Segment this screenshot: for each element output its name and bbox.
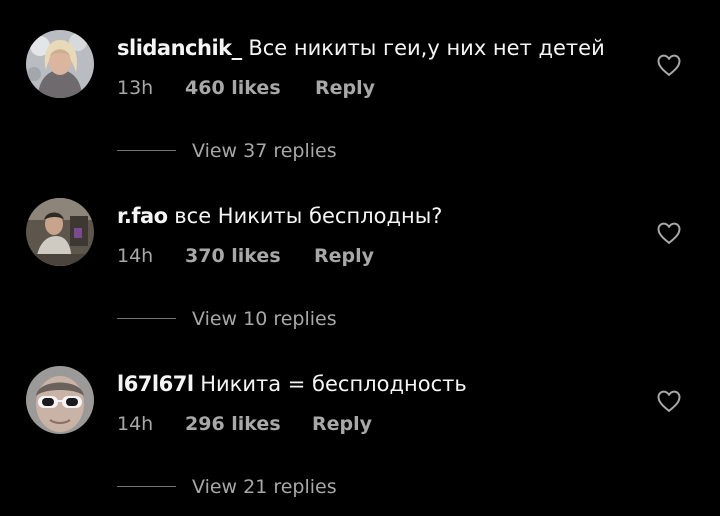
view-replies-button[interactable]: View 21 replies [192, 474, 337, 500]
reply-button[interactable]: Reply [314, 244, 374, 268]
comment-body: r.fao все Никиты бесплодны? [117, 202, 442, 230]
replies-divider [117, 486, 176, 487]
comment-item: l67l67l Никита = бесплодность 14h 296 li… [0, 336, 720, 504]
comment-username[interactable]: l67l67l [117, 372, 194, 396]
comment-text: Все никиты геи,у них нет детей [248, 36, 605, 60]
reply-button[interactable]: Reply [312, 412, 372, 436]
replies-divider [117, 318, 176, 319]
comment-username[interactable]: r.fao [117, 204, 168, 228]
heart-outline-icon[interactable] [655, 387, 683, 415]
comment-like-count[interactable]: 296 likes [185, 412, 281, 436]
comment-item: slidanchik_ Все никиты геи,у них нет дет… [0, 0, 720, 168]
comment-timestamp: 13h [117, 77, 154, 99]
comment-timestamp: 14h [117, 245, 154, 267]
reply-button[interactable]: Reply [315, 76, 375, 100]
comment-body: l67l67l Никита = бесплодность [117, 370, 467, 398]
comment-text: все Никиты бесплодны? [174, 204, 443, 228]
comment-body: slidanchik_ Все никиты геи,у них нет дет… [117, 34, 605, 62]
avatar[interactable] [26, 366, 94, 434]
replies-divider [117, 150, 176, 151]
comment-username[interactable]: slidanchik_ [117, 36, 242, 60]
heart-outline-icon[interactable] [655, 51, 683, 79]
view-replies-button[interactable]: View 10 replies [192, 306, 337, 332]
comment-like-count[interactable]: 370 likes [185, 244, 281, 268]
heart-outline-icon[interactable] [655, 219, 683, 247]
comment-text: Никита = бесплодность [200, 372, 467, 396]
comment-item: r.fao все Никиты бесплодны? 14h 370 like… [0, 168, 720, 336]
comment-like-count[interactable]: 460 likes [185, 76, 281, 100]
avatar[interactable] [26, 30, 94, 98]
comment-timestamp: 14h [117, 413, 154, 435]
view-replies-button[interactable]: View 37 replies [192, 138, 337, 164]
avatar[interactable] [26, 198, 94, 266]
